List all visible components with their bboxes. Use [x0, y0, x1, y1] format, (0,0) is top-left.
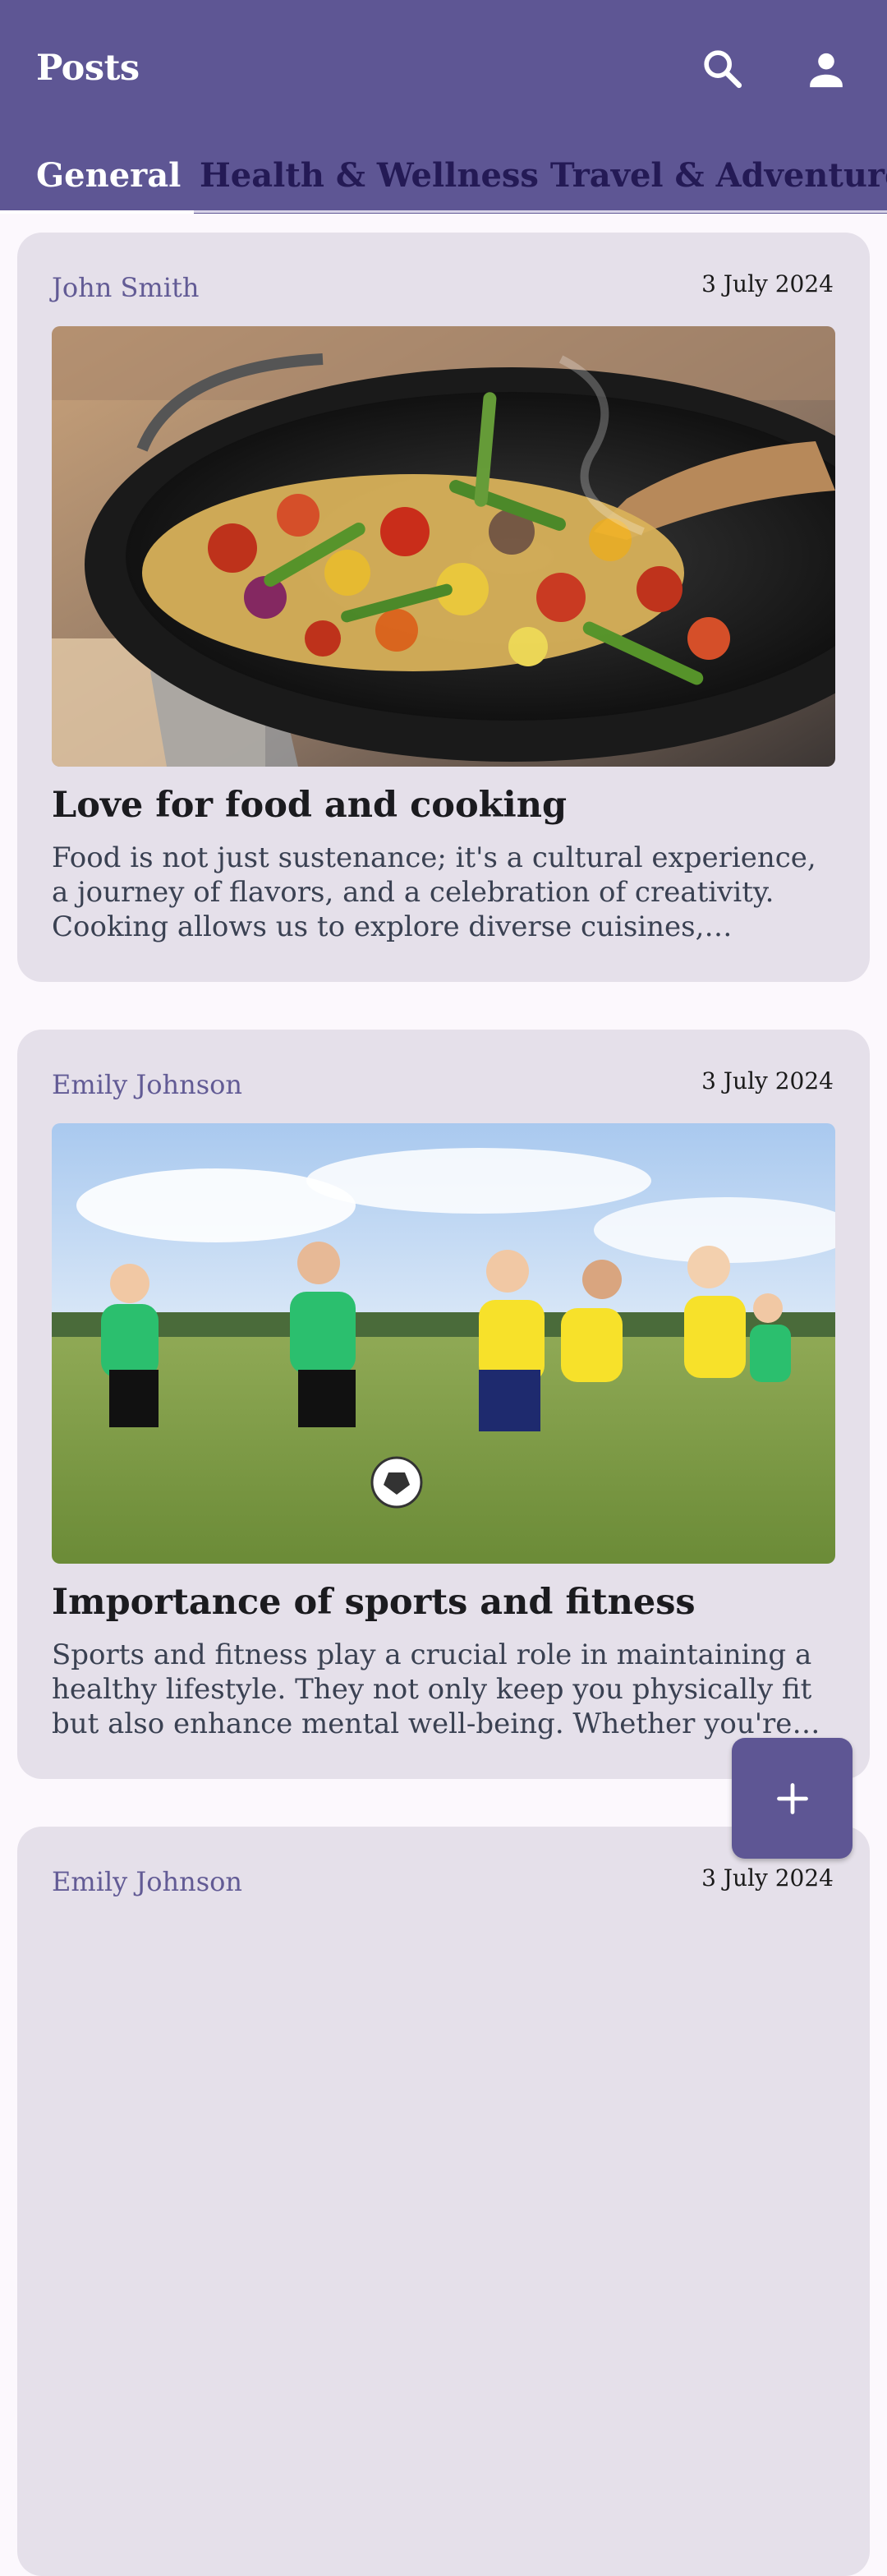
page-title: Posts — [36, 48, 140, 89]
tab-general[interactable]: General — [36, 156, 181, 195]
account-button[interactable] — [797, 39, 856, 99]
post-author: Emily Johnson — [52, 1866, 243, 1897]
post-image-food — [52, 326, 835, 767]
post-date: 3 July 2024 — [701, 270, 834, 297]
tab-selected-indicator — [0, 210, 194, 214]
post-title: Importance of sports and fitness — [52, 1582, 696, 1623]
search-icon — [704, 50, 742, 89]
category-tabs: General Health & Wellness Travel & Adven… — [0, 131, 887, 214]
account-icon — [810, 53, 843, 88]
post-date: 3 July 2024 — [701, 1864, 834, 1892]
post-author: Emily Johnson — [52, 1069, 243, 1100]
post-card[interactable]: Emily Johnson 3 July 2024 — [17, 1827, 870, 2576]
app-bar: Posts General Health & Wellness Travel &… — [0, 0, 887, 214]
post-card[interactable]: Emily Johnson 3 July 2024 — [17, 1030, 870, 1779]
add-post-button[interactable] — [732, 1738, 853, 1859]
post-title: Love for food and cooking — [52, 785, 568, 826]
post-card[interactable]: John Smith 3 July 2024 Love for food and… — [17, 233, 870, 982]
tab-divider — [194, 210, 887, 213]
search-button[interactable] — [693, 39, 752, 99]
post-excerpt: Sports and fitness play a crucial role i… — [52, 1638, 812, 1740]
post-date: 3 July 2024 — [701, 1067, 834, 1094]
post-author: John Smith — [52, 272, 200, 303]
post-excerpt: Food is not just sustenance; it's a cult… — [52, 841, 816, 943]
tab-health-wellness[interactable]: Health & Wellness Travel & Adventure Tec… — [200, 156, 887, 195]
plus-icon — [776, 1782, 808, 1814]
post-image-sports — [52, 1123, 835, 1564]
